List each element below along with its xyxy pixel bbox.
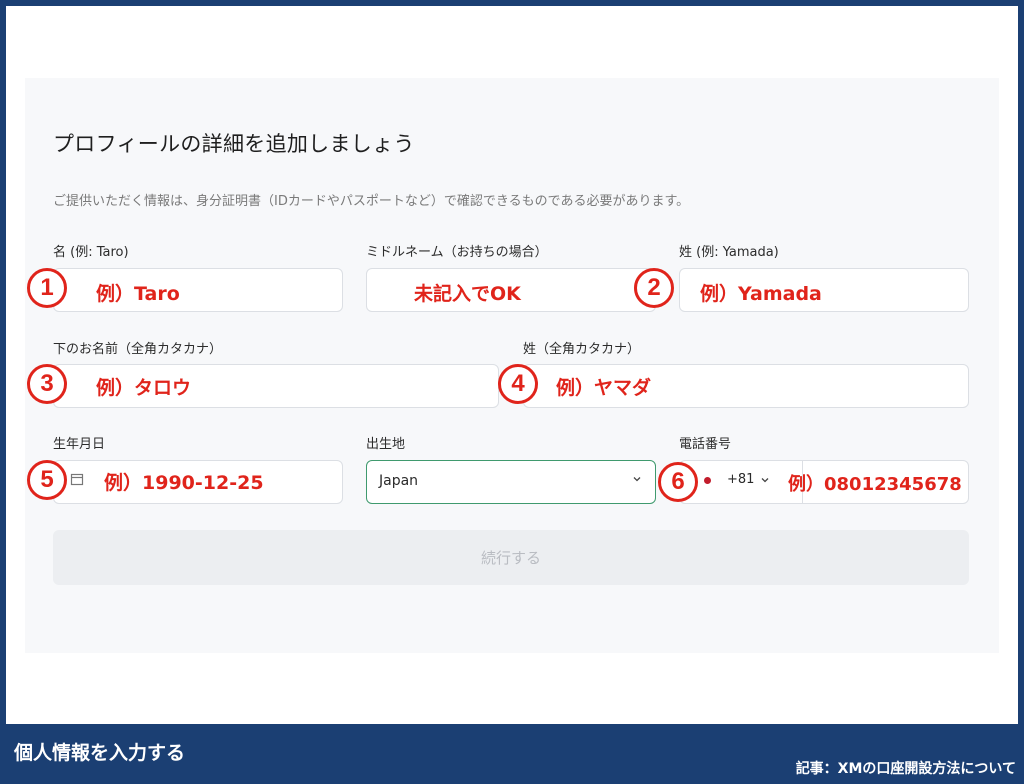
footer-caption: 個人情報を入力する [14, 742, 186, 764]
birthplace-select[interactable]: Japan [366, 460, 656, 504]
flag-icon [704, 477, 711, 484]
number-badge-4: 4 [498, 364, 538, 404]
footer-article-link[interactable]: 記事：XMの口座開設方法について [796, 758, 1016, 778]
last-name-example: 例）Yamada [700, 283, 822, 305]
birthplace-label: 出生地 [366, 437, 406, 452]
first-name-label: 名 (例: Taro) [53, 245, 129, 260]
birthdate-label: 生年月日 [53, 437, 106, 452]
continue-button[interactable]: 続行する [53, 530, 969, 585]
number-badge-3: 3 [27, 364, 67, 404]
first-name-kana-example: 例）タロウ [96, 377, 192, 399]
birthplace-value: Japan [379, 473, 419, 489]
form-description: ご提供いただく情報は、身分証明書（IDカードやパスポートなど）で確認できるもので… [53, 194, 690, 209]
number-badge-1: 1 [27, 268, 67, 308]
last-name-kana-example: 例）ヤマダ [556, 377, 652, 399]
phone-example: 例）08012345678 [788, 474, 962, 495]
chevron-down-icon [633, 477, 641, 482]
chevron-down-icon [761, 478, 769, 483]
number-badge-2: 2 [634, 268, 674, 308]
middle-name-example: 未記入でOK [414, 283, 521, 305]
page-title: プロフィールの詳細を追加しましょう [53, 132, 415, 156]
middle-name-label: ミドルネーム（お持ちの場合） [366, 245, 548, 260]
birthdate-example: 例）1990-12-25 [104, 472, 264, 494]
first-name-kana-label: 下のお名前（全角カタカナ） [53, 342, 223, 357]
calendar-icon [70, 473, 84, 486]
continue-label: 続行する [480, 549, 541, 567]
phone-label: 電話番号 [679, 437, 732, 452]
last-name-label: 姓 (例: Yamada) [679, 245, 779, 260]
dial-code-selector[interactable]: +81 [727, 472, 754, 487]
number-badge-5: 5 [27, 460, 67, 500]
last-name-kana-label: 姓（全角カタカナ） [523, 342, 641, 357]
footer-bar: 個人情報を入力する 記事：XMの口座開設方法について [0, 724, 1024, 784]
number-badge-6: 6 [658, 462, 698, 502]
first-name-example: 例）Taro [96, 283, 180, 305]
